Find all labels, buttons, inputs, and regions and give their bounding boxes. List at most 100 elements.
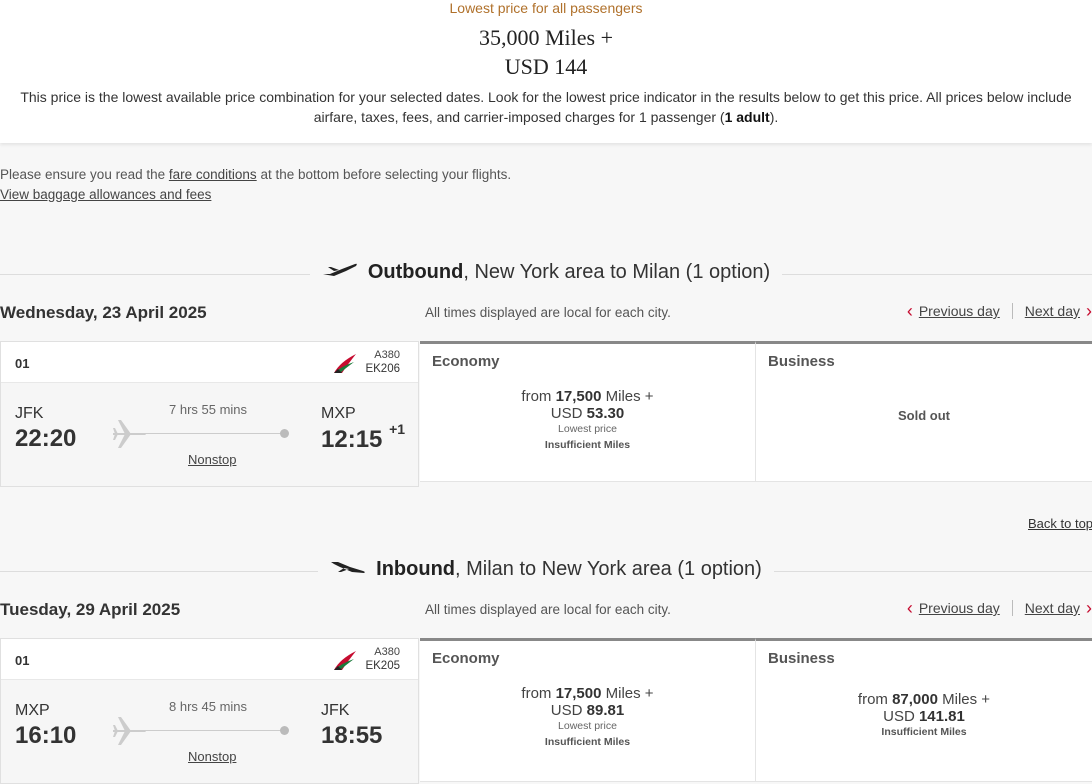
departure-airport: JFK	[15, 405, 44, 422]
economy-usd: 53.30	[586, 405, 625, 422]
plane-icon	[111, 715, 147, 752]
desc-tail: ).	[769, 109, 779, 125]
outbound-business-fare: Business Sold out	[756, 341, 1092, 482]
back-to-top-link[interactable]: Back to top	[1028, 516, 1092, 531]
flight-duration: 7 hrs 55 mins	[169, 402, 248, 417]
lowest-price-label: Lowest price for all passengers	[449, 0, 643, 16]
flight-index: 01	[15, 356, 30, 371]
day-offset: +1	[389, 421, 406, 437]
flight-card-header: 01 A380 EK206	[1, 342, 418, 383]
lowest-miles: 35,000 Miles +	[478, 25, 614, 50]
insufficient-miles: Insufficient Miles	[881, 726, 967, 738]
flight-number: EK206	[365, 363, 400, 375]
economy-usd: 89.81	[586, 702, 625, 719]
usd-prefix: USD	[550, 702, 587, 719]
chevron-left-icon: ‹	[906, 598, 913, 618]
cabin-business: Business	[768, 353, 835, 370]
inbound-business-fare[interactable]: Business from 87,000 Miles + USD 141.81 …	[756, 638, 1092, 782]
nav-separator	[1011, 600, 1013, 616]
arrival-airport: MXP	[321, 405, 356, 422]
fare-notice: Please ensure you read the fare conditio…	[0, 165, 511, 205]
cabin-business: Business	[768, 650, 835, 667]
outbound-title-rest: , New York area to Milan (1 option)	[463, 261, 771, 283]
desc-text: This price is the lowest available price…	[20, 89, 1072, 125]
plane-landing-icon	[330, 558, 366, 581]
notice-suffix: at the bottom before selecting your flig…	[256, 167, 512, 182]
outbound-flight-card[interactable]: 01 A380 EK206 JFK 22:20 7 hrs 55 mins No…	[0, 341, 419, 487]
outbound-next-day[interactable]: Next day	[1025, 303, 1080, 319]
aircraft-type: A380	[374, 646, 400, 658]
emirates-logo	[332, 352, 358, 379]
baggage-allowances-link[interactable]: View baggage allowances and fees	[0, 187, 211, 202]
route-line	[143, 433, 285, 434]
outbound-title-bold: Outbound	[367, 261, 464, 283]
economy-price: from 17,500 Miles + USD 89.81	[420, 685, 755, 719]
departure-airport: MXP	[15, 702, 50, 719]
price-from: from	[857, 691, 888, 708]
inbound-title-rest: , Milan to New York area (1 option)	[455, 558, 762, 580]
inbound-title-bold: Inbound	[376, 558, 456, 580]
miles-plus: Miles +	[601, 685, 654, 702]
inbound-economy-fare[interactable]: Economy from 17,500 Miles + USD 89.81 Lo…	[420, 638, 756, 782]
emirates-logo	[332, 649, 358, 676]
fare-conditions-link[interactable]: fare conditions	[169, 167, 257, 182]
inbound-next-day[interactable]: Next day	[1025, 600, 1080, 616]
route-end-dot	[280, 726, 289, 735]
nonstop-link[interactable]: Nonstop	[188, 749, 236, 764]
nonstop-link[interactable]: Nonstop	[188, 452, 236, 467]
cabin-economy: Economy	[432, 650, 500, 667]
outbound-previous-day[interactable]: Previous day	[919, 303, 1000, 319]
route-end-dot	[280, 429, 289, 438]
lowest-usd: USD 144	[504, 54, 588, 79]
lowest-price-tag: Lowest price	[558, 423, 617, 435]
outbound-tz-note: All times displayed are local for each c…	[425, 305, 671, 320]
arrival-time-value: 12:15	[321, 426, 383, 453]
price-summary-card: Lowest price for all passengers 35,000 M…	[0, 0, 1092, 143]
price-from: from	[521, 388, 552, 405]
chevron-right-icon: ›	[1086, 598, 1092, 618]
inbound-previous-day[interactable]: Previous day	[919, 600, 1000, 616]
economy-price: from 17,500 Miles + USD 53.30	[420, 388, 755, 422]
price-description: This price is the lowest available price…	[0, 87, 1092, 127]
economy-miles: 17,500	[555, 388, 602, 405]
outbound-heading: Outbound, New York area to Milan (1 opti…	[0, 261, 1092, 284]
business-usd: 141.81	[918, 708, 965, 725]
sold-out: Sold out	[898, 408, 950, 423]
arrival-airport: JFK	[321, 702, 350, 719]
miles-plus: Miles +	[937, 691, 991, 708]
plane-takeoff-icon	[322, 261, 358, 284]
inbound-heading: Inbound, Milan to New York area (1 optio…	[0, 558, 1092, 581]
outbound-economy-fare[interactable]: Economy from 17,500 Miles + USD 53.30 Lo…	[420, 341, 756, 482]
inbound-date: Tuesday, 29 April 2025	[0, 600, 181, 619]
business-miles: 87,000	[892, 691, 938, 708]
departure-time: 22:20	[15, 425, 77, 452]
desc-passenger: 1 adult	[724, 109, 770, 125]
departure-time: 16:10	[15, 722, 77, 749]
notice-prefix: Please ensure you read the	[0, 167, 169, 182]
price-from: from	[521, 685, 552, 702]
business-price: from 87,000 Miles + USD 141.81	[756, 691, 1092, 725]
insufficient-miles: Insufficient Miles	[544, 736, 631, 748]
aircraft-info: A380 EK206	[365, 348, 400, 376]
outbound-day-nav: ‹ Previous day Next day ›	[906, 301, 1092, 321]
flight-index: 01	[15, 653, 30, 668]
cabin-economy: Economy	[432, 353, 500, 370]
economy-miles: 17,500	[555, 685, 602, 702]
plane-icon	[111, 418, 147, 455]
miles-plus: Miles +	[601, 388, 654, 405]
aircraft-type: A380	[374, 349, 400, 361]
aircraft-info: A380 EK205	[365, 645, 400, 673]
arrival-time: 12:15 +1	[321, 421, 405, 454]
inbound-tz-note: All times displayed are local for each c…	[425, 602, 671, 617]
usd-prefix: USD	[883, 708, 919, 725]
route-line	[143, 730, 285, 731]
flight-card-header: 01 A380 EK205	[1, 639, 418, 680]
lowest-price-tag: Lowest price	[558, 720, 617, 732]
nav-separator	[1011, 303, 1013, 319]
chevron-right-icon: ›	[1086, 301, 1092, 321]
usd-prefix: USD	[550, 405, 587, 422]
arrival-time: 18:55	[321, 722, 383, 749]
inbound-flight-card[interactable]: 01 A380 EK205 MXP 16:10 8 hrs 45 mins No…	[0, 638, 419, 784]
insufficient-miles: Insufficient Miles	[544, 439, 631, 451]
chevron-left-icon: ‹	[906, 301, 913, 321]
